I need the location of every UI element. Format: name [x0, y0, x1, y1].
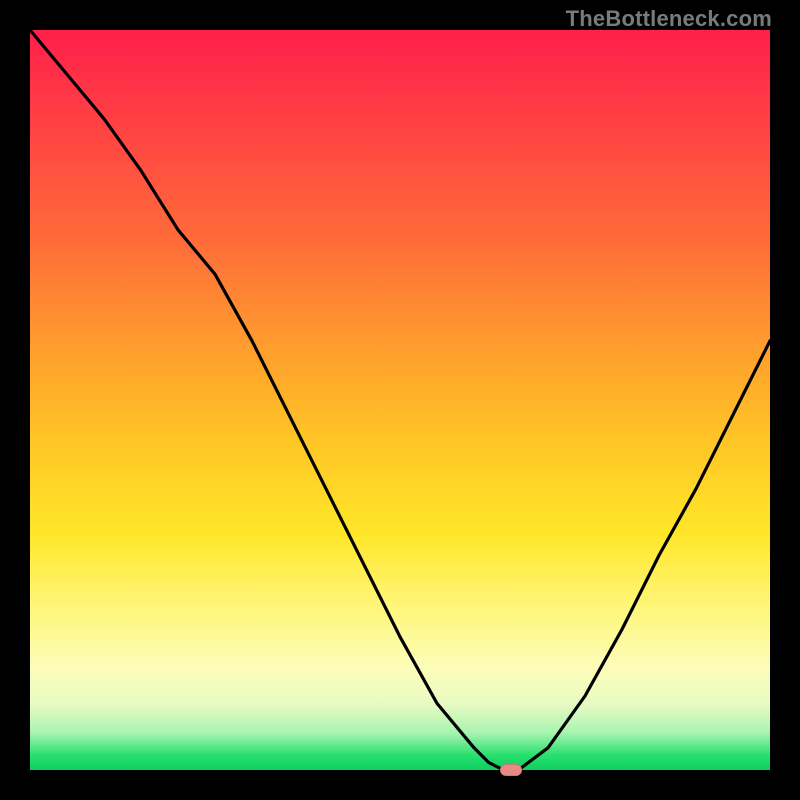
plot-area	[30, 30, 770, 770]
bottleneck-curve	[30, 30, 770, 770]
watermark-text: TheBottleneck.com	[566, 6, 772, 32]
curve-path	[30, 30, 770, 770]
optimal-marker	[500, 764, 522, 776]
chart-frame: TheBottleneck.com	[0, 0, 800, 800]
